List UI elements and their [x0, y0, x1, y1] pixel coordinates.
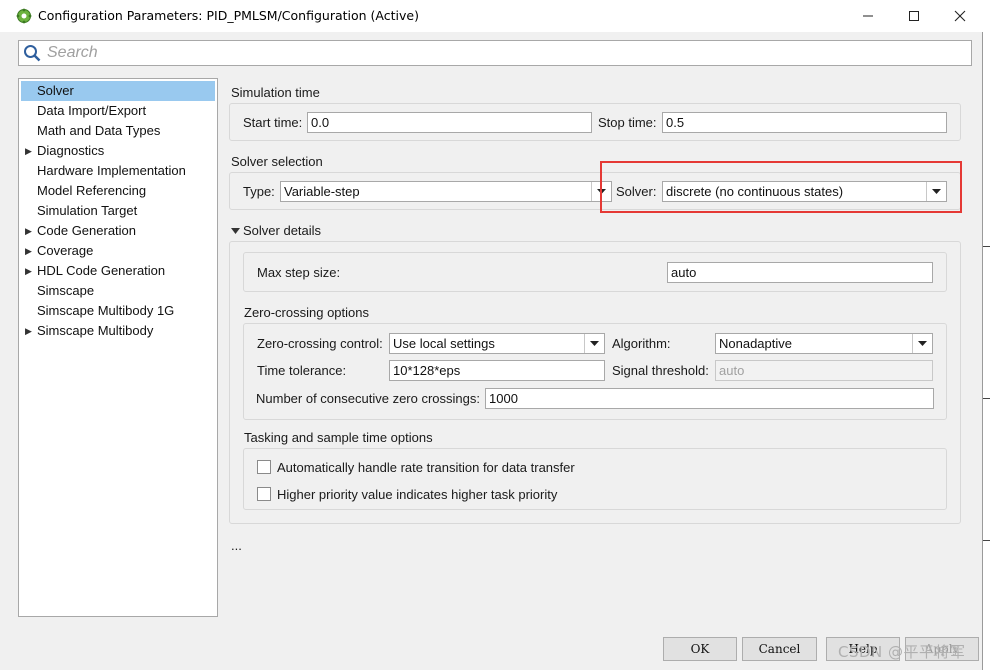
bg-line — [983, 398, 990, 399]
start-time-label: Start time: — [243, 115, 303, 130]
simulation-time-heading: Simulation time — [231, 85, 320, 100]
bg-line — [983, 540, 990, 541]
tree-item-label: Simscape Multibody — [37, 323, 154, 338]
tree-item-simscape[interactable]: Simscape — [21, 281, 215, 301]
tree-item-model-referencing[interactable]: Model Referencing — [21, 181, 215, 201]
type-value: Variable-step — [284, 184, 360, 199]
tasking-heading: Tasking and sample time options — [244, 430, 433, 445]
zc-control-label: Zero-crossing control: — [257, 336, 383, 351]
tree-item-label: Solver — [37, 83, 74, 98]
stop-time-field[interactable]: 0.5 — [662, 112, 947, 133]
higher-priority-label: Higher priority value indicates higher t… — [277, 487, 558, 502]
zc-control-value: Use local settings — [393, 336, 495, 351]
tree-item-simscape-multibody-1g[interactable]: Simscape Multibody 1G — [21, 301, 215, 321]
consecutive-zc-label: Number of consecutive zero crossings: — [256, 391, 480, 406]
tree-item-label: Diagnostics — [37, 143, 105, 158]
minimize-button[interactable] — [845, 0, 891, 32]
chevron-down-icon — [918, 340, 927, 346]
tree-item-simscape-multibody[interactable]: ▶ Simscape Multibody — [21, 321, 215, 341]
expand-arrow-icon[interactable]: ▶ — [25, 141, 32, 161]
minimize-icon — [863, 15, 873, 17]
dropdown-button[interactable] — [584, 334, 604, 353]
config-dialog: Configuration Parameters: PID_PMLSM/Conf… — [0, 0, 983, 670]
start-time-field[interactable]: 0.0 — [307, 112, 592, 133]
ok-button[interactable]: OK — [663, 637, 737, 661]
tree-item-label: Model Referencing — [37, 183, 147, 198]
tree-item-hardware-implementation[interactable]: Hardware Implementation — [21, 161, 215, 181]
solver-details-toggle[interactable]: Solver details — [231, 223, 321, 238]
dropdown-button[interactable] — [912, 334, 932, 353]
max-step-label: Max step size: — [257, 265, 341, 280]
category-tree[interactable]: Solver Data Import/Export Math and Data … — [18, 78, 218, 617]
auto-rate-transition-checkbox[interactable] — [257, 460, 271, 474]
zero-crossing-heading: Zero-crossing options — [244, 305, 369, 320]
tree-item-simulation-target[interactable]: Simulation Target — [21, 201, 215, 221]
more-ellipsis: ... — [231, 538, 242, 553]
red-highlight-annotation — [600, 161, 962, 213]
type-dropdown[interactable]: Variable-step — [280, 181, 612, 202]
bg-line — [983, 246, 990, 247]
expand-arrow-icon[interactable]: ▶ — [25, 241, 32, 261]
tree-item-label: Coverage — [37, 243, 94, 258]
consecutive-zc-field[interactable]: 1000 — [485, 388, 934, 409]
matlab-gear-icon — [16, 8, 32, 24]
chevron-down-icon — [590, 340, 599, 346]
tree-item-label: Data Import/Export — [37, 103, 147, 118]
solver-selection-heading: Solver selection — [231, 154, 323, 169]
signal-threshold-field: auto — [715, 360, 933, 381]
tree-item-coverage[interactable]: ▶ Coverage — [21, 241, 215, 261]
search-input[interactable] — [45, 42, 945, 64]
maximize-button[interactable] — [891, 0, 937, 32]
cancel-button[interactable]: Cancel — [742, 637, 817, 661]
tree-item-label: Simulation Target — [37, 203, 138, 218]
expand-arrow-icon[interactable]: ▶ — [25, 321, 32, 341]
tree-item-solver[interactable]: Solver — [21, 81, 215, 101]
title-bar: Configuration Parameters: PID_PMLSM/Conf… — [0, 0, 983, 32]
tree-item-math-data-types[interactable]: Math and Data Types — [21, 121, 215, 141]
type-label: Type: — [243, 184, 275, 199]
close-icon — [954, 10, 966, 22]
close-button[interactable] — [937, 0, 983, 32]
search-box[interactable] — [18, 40, 972, 66]
solver-details-heading: Solver details — [243, 223, 322, 238]
tree-item-label: Math and Data Types — [37, 123, 161, 138]
max-step-field[interactable]: auto — [667, 262, 933, 283]
time-tolerance-field[interactable]: 10*128*eps — [389, 360, 605, 381]
tree-item-label: Simscape — [37, 283, 95, 298]
tree-item-data-import-export[interactable]: Data Import/Export — [21, 101, 215, 121]
algorithm-label: Algorithm: — [612, 336, 671, 351]
maximize-icon — [909, 11, 919, 21]
auto-rate-transition-label: Automatically handle rate transition for… — [277, 460, 575, 475]
tree-item-label: Hardware Implementation — [37, 163, 186, 178]
collapse-arrow-icon — [231, 228, 240, 234]
expand-arrow-icon[interactable]: ▶ — [25, 221, 32, 241]
tree-item-label: Code Generation — [37, 223, 137, 238]
tree-item-label: Simscape Multibody 1G — [37, 303, 175, 318]
tree-item-diagnostics[interactable]: ▶ Diagnostics — [21, 141, 215, 161]
higher-priority-checkbox[interactable] — [257, 487, 271, 501]
algorithm-dropdown[interactable]: Nonadaptive — [715, 333, 933, 354]
tree-item-code-generation[interactable]: ▶ Code Generation — [21, 221, 215, 241]
algorithm-value: Nonadaptive — [719, 336, 792, 351]
tree-item-label: HDL Code Generation — [37, 263, 166, 278]
search-icon — [24, 45, 41, 62]
expand-arrow-icon[interactable]: ▶ — [25, 261, 32, 281]
time-tolerance-label: Time tolerance: — [257, 363, 347, 378]
tree-item-hdl-code-generation[interactable]: ▶ HDL Code Generation — [21, 261, 215, 281]
csdn-watermark: CSDN @平平将军 — [838, 643, 966, 661]
signal-threshold-label: Signal threshold: — [612, 363, 709, 378]
zc-control-dropdown[interactable]: Use local settings — [389, 333, 605, 354]
stop-time-label: Stop time: — [598, 115, 657, 130]
window-title: Configuration Parameters: PID_PMLSM/Conf… — [38, 8, 419, 23]
